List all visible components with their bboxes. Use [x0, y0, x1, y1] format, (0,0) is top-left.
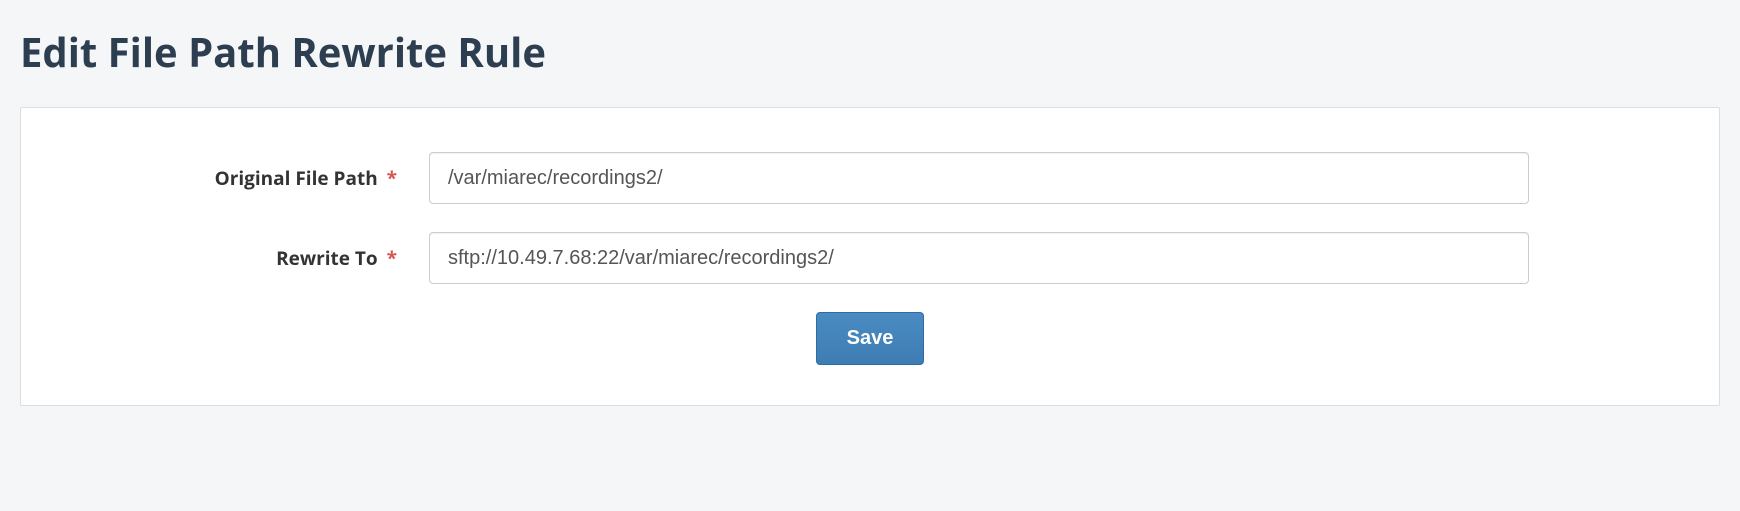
save-button[interactable]: Save	[816, 312, 925, 365]
label-original-path: Original File Path *	[69, 165, 429, 191]
form-row-rewrite-to: Rewrite To *	[69, 232, 1671, 284]
page-title: Edit File Path Rewrite Rule	[20, 24, 1720, 79]
required-mark: *	[387, 245, 397, 271]
page-container: Edit File Path Rewrite Rule Original Fil…	[0, 0, 1740, 426]
button-row: Save	[69, 312, 1671, 365]
label-original-path-text: Original File Path	[215, 165, 378, 191]
form-panel: Original File Path * Rewrite To * Save	[20, 107, 1720, 406]
original-file-path-input[interactable]	[429, 152, 1529, 204]
label-rewrite-to-text: Rewrite To	[276, 245, 378, 271]
required-mark: *	[387, 165, 397, 191]
rewrite-to-input[interactable]	[429, 232, 1529, 284]
label-rewrite-to: Rewrite To *	[69, 245, 429, 271]
form-row-original-path: Original File Path *	[69, 152, 1671, 204]
